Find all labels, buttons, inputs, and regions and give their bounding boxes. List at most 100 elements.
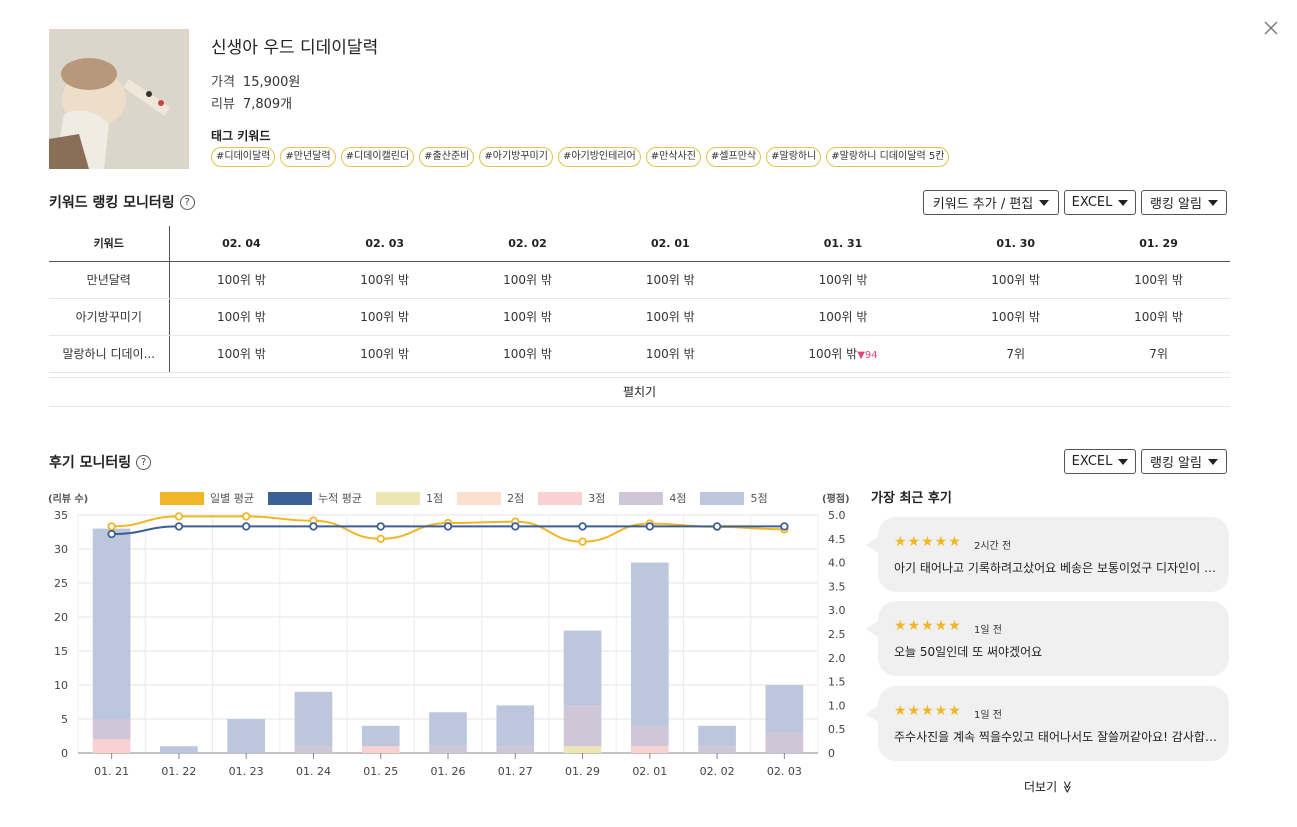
bar-segment <box>563 630 602 706</box>
price-row: 가격 15,900원 <box>211 71 300 90</box>
series-point <box>511 522 520 531</box>
rank-cell: 100위 밖 <box>456 298 599 336</box>
y-tick-label: 15 <box>54 645 68 658</box>
review-monitor-title-text: 후기 모니터링 <box>49 455 132 471</box>
tag-chip[interactable]: #디데이캘린더 <box>340 147 415 167</box>
star-rating: ★★★★★ <box>894 534 962 550</box>
y2-tick-label: 3.0 <box>828 604 846 617</box>
y2-tick-label: 1.0 <box>828 699 846 712</box>
tag-chip[interactable]: #말랑하니 디데이달력 5칸 <box>826 147 950 167</box>
x-tick-label: 01. 25 <box>363 765 398 778</box>
review-label: 리뷰 <box>211 97 235 112</box>
review-card[interactable]: ★★★★★ 1일 전 주수사진을 계속 찍을수있고 태어나서도 잘쓸꺼같아요! 감사… <box>866 686 1229 761</box>
bar-segment <box>563 705 602 747</box>
chevron-double-down-icon: ≫ <box>1060 780 1075 794</box>
help-icon[interactable]: ? <box>179 194 195 210</box>
tag-chip[interactable]: #만삭사진 <box>645 147 701 167</box>
y2-tick-label: 4.0 <box>828 557 846 570</box>
series-point <box>107 522 116 531</box>
bar-segment <box>361 746 400 753</box>
ranking-title: 키워드 랭킹 모니터링? <box>49 192 195 212</box>
review-monitor-title: 후기 모니터링? <box>49 452 152 472</box>
chevron-down-icon <box>1207 199 1218 206</box>
expand-button[interactable]: 펼치기 <box>49 377 1230 407</box>
tag-chip[interactable]: #셀프만삭 <box>705 147 762 167</box>
edit-keyword-label: 키워드 추가 / 편집 <box>932 197 1034 212</box>
rank-cell: 100위 밖 <box>598 261 742 299</box>
y-tick-label: 25 <box>54 577 68 590</box>
edit-keyword-button[interactable]: 키워드 추가 / 편집 <box>923 190 1059 215</box>
keyword-header: 키워드 <box>49 226 170 262</box>
y2-tick-label: 3.5 <box>828 580 846 593</box>
date-header: 01. 31 <box>741 226 945 262</box>
series-point <box>578 537 587 546</box>
x-tick-label: 01. 26 <box>431 765 466 778</box>
tag-chip[interactable]: #디데이달력 <box>211 147 276 167</box>
tag-chip[interactable]: #아기방인테리어 <box>557 147 641 167</box>
rank-cell: 100위 밖 <box>1087 298 1230 336</box>
series-point <box>107 529 116 539</box>
help-icon[interactable]: ? <box>136 454 152 470</box>
rank-cell: 100위 밖 <box>169 335 314 373</box>
review-text: 주수사진을 계속 찍을수있고 태어나서도 잘쓸꺼같아요! 감사합니다 <box>894 730 1224 744</box>
bar-segment <box>563 746 602 753</box>
series-point <box>241 522 251 531</box>
review-excel-button[interactable]: EXCEL <box>1064 449 1136 474</box>
bar-segment <box>630 725 669 747</box>
x-tick-label: 02. 01 <box>632 765 667 778</box>
rank-cell: 100위 밖 <box>741 298 945 336</box>
y2-axis-title: (평점) <box>822 492 850 505</box>
price-value: 15,900원 <box>242 75 301 90</box>
series-point <box>578 522 587 531</box>
bar-segment <box>698 725 736 747</box>
close-icon[interactable] <box>1262 19 1280 37</box>
table-row: 말랑하니 디데이... 100위 밖 100위 밖 100위 밖 100위 밖 100위 … <box>49 335 1230 373</box>
bar-segment <box>630 562 669 726</box>
rank-cell: 100위 밖 <box>169 298 314 336</box>
tag-chip[interactable]: #말랑하니 <box>766 147 822 167</box>
bar-segment <box>160 746 198 753</box>
y2-tick-label: 4.5 <box>828 533 846 546</box>
series-point <box>174 512 184 521</box>
review-alert-label: 랭킹 알림 <box>1150 456 1202 471</box>
more-label: 더보기 <box>1024 780 1058 794</box>
review-alert-button[interactable]: 랭킹 알림 <box>1141 449 1227 474</box>
chevron-down-icon <box>1207 458 1218 465</box>
bar-segment <box>429 712 467 747</box>
ranking-alert-button[interactable]: 랭킹 알림 <box>1141 190 1227 215</box>
excel-label: EXCEL <box>1071 195 1113 210</box>
review-text: 오늘 50일인데 또 써야겠어요 <box>894 645 1043 659</box>
review-card[interactable]: ★★★★★ 2시간 전 아기 태어나고 기록하려고샀어요 베송은 보통이었구 디자인… <box>866 517 1229 592</box>
date-header: 02. 03 <box>313 226 457 262</box>
rank-change-badge: ▼94 <box>857 350 878 361</box>
rank-cell: 100위 밖 <box>313 335 457 373</box>
y2-tick-label: 2.0 <box>828 652 846 665</box>
tag-chip[interactable]: #만년달력 <box>280 147 336 167</box>
rank-cell: 100위 밖 <box>741 261 945 299</box>
ranking-table: 키워드 02. 04 02. 03 02. 02 02. 01 01. 31 01. 30 0… <box>49 226 1230 373</box>
y-tick-label: 10 <box>54 679 68 692</box>
y-tick-label: 30 <box>54 543 68 556</box>
rank-cell: 100위 밖 <box>169 261 314 299</box>
bar-segment <box>294 691 333 747</box>
bar-segment <box>429 746 467 753</box>
review-card[interactable]: ★★★★★ 1일 전 오늘 50일인데 또 써야겠어요 <box>866 601 1229 676</box>
bar-segment <box>496 746 535 753</box>
series-point <box>376 534 385 543</box>
rank-cell: 7위 <box>944 335 1088 373</box>
more-button[interactable]: 더보기 ≫ <box>1024 778 1074 795</box>
bar-segment <box>294 746 333 753</box>
rank-cell: 100위 밖 <box>1087 261 1230 299</box>
y2-tick-label: 5.0 <box>828 509 846 522</box>
tag-chip[interactable]: #출산준비 <box>419 147 475 167</box>
tag-list: #디데이달력 #만년달력 #디데이캘린더 #출산준비 #아기방꾸미기 #아기방인테리어 #만… <box>211 147 950 167</box>
x-tick-label: 01. 24 <box>296 765 331 778</box>
product-title: 신생아 우드 디데이달력 <box>211 38 379 58</box>
excel-button[interactable]: EXCEL <box>1064 190 1136 215</box>
series-point <box>780 522 789 531</box>
ranking-alert-label: 랭킹 알림 <box>1150 197 1202 212</box>
product-image <box>49 29 189 169</box>
tag-chip[interactable]: #아기방꾸미기 <box>479 147 553 167</box>
chevron-down-icon <box>1039 199 1050 206</box>
series-point <box>645 522 655 531</box>
